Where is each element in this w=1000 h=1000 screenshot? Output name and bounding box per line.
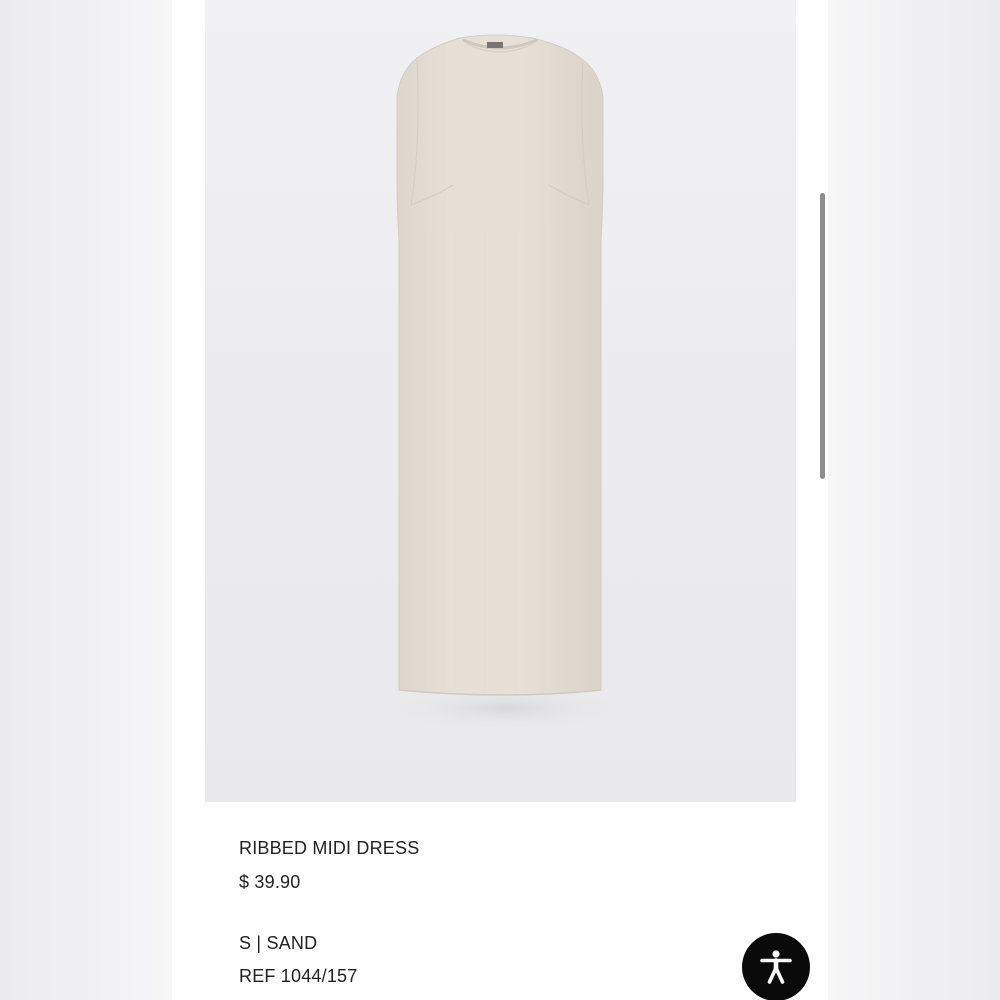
product-image[interactable] <box>205 0 796 802</box>
accessibility-button[interactable] <box>742 933 810 1000</box>
product-reference: REF 1044/157 <box>239 966 358 986</box>
dress-illustration <box>385 34 625 730</box>
accessibility-icon <box>760 950 792 984</box>
scrollbar-thumb[interactable] <box>820 193 825 479</box>
product-name[interactable]: RIBBED MIDI DRESS <box>239 838 419 859</box>
screen: RIBBED MIDI DRESS $ 39.90 S | SAND REF 1… <box>0 0 1000 1000</box>
product-page: RIBBED MIDI DRESS $ 39.90 S | SAND REF 1… <box>172 0 828 1000</box>
left-blur-panel <box>0 0 172 1000</box>
product-variant: S | SAND <box>239 933 318 953</box>
product-price: $ 39.90 <box>239 872 301 892</box>
right-blur-panel <box>828 0 1000 1000</box>
